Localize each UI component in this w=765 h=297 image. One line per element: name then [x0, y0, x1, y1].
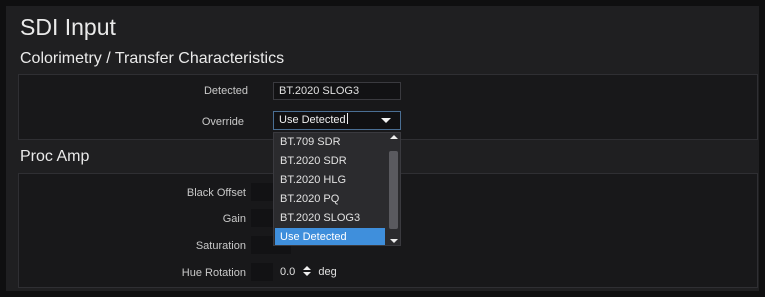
option-bt709-sdr[interactable]: BT.709 SDR — [275, 133, 385, 152]
spin-arrows-icon[interactable] — [303, 266, 312, 276]
text-cursor — [346, 113, 348, 124]
scroll-up-icon[interactable] — [390, 135, 398, 139]
scroll-down-icon[interactable] — [390, 239, 398, 243]
hue-rotation-unit: deg — [318, 266, 337, 278]
scroll-thumb[interactable] — [389, 151, 398, 229]
detected-label: Detected — [203, 85, 248, 97]
saturation-label: Saturation — [195, 240, 246, 252]
page-title: SDI Input — [20, 14, 116, 40]
override-options-list: BT.709 SDR BT.2020 SDR BT.2020 HLG BT.20… — [273, 132, 401, 246]
detected-value-field: BT.2020 SLOG3 — [273, 82, 401, 100]
option-use-detected[interactable]: Use Detected — [275, 228, 385, 245]
hue-rotation-input-bg — [251, 263, 273, 281]
option-bt2020-slog3[interactable]: BT.2020 SLOG3 — [275, 209, 385, 228]
option-bt2020-pq[interactable]: BT.2020 PQ — [275, 190, 385, 209]
override-dropdown[interactable]: Use Detected — [273, 111, 401, 130]
option-bt2020-hlg[interactable]: BT.2020 HLG — [275, 171, 385, 190]
black-offset-label: Black Offset — [186, 187, 246, 199]
hue-rotation-value: 0.0 — [280, 266, 296, 278]
option-bt2020-sdr[interactable]: BT.2020 SDR — [275, 152, 385, 171]
chevron-down-icon[interactable] — [381, 118, 391, 123]
options-scrollbar[interactable] — [389, 135, 398, 243]
hue-rotation-label: Hue Rotation — [181, 267, 246, 279]
black-offset-input[interactable] — [251, 183, 273, 201]
override-dropdown-value: Use Detected — [279, 114, 346, 126]
override-label: Override — [201, 116, 244, 128]
gain-input[interactable] — [251, 209, 273, 227]
colorimetry-heading: Colorimetry / Transfer Characteristics — [20, 50, 285, 67]
hue-rotation-spinbox[interactable]: 0.0 deg — [280, 263, 337, 281]
gain-label: Gain — [222, 213, 246, 225]
proc-amp-heading: Proc Amp — [20, 148, 90, 165]
